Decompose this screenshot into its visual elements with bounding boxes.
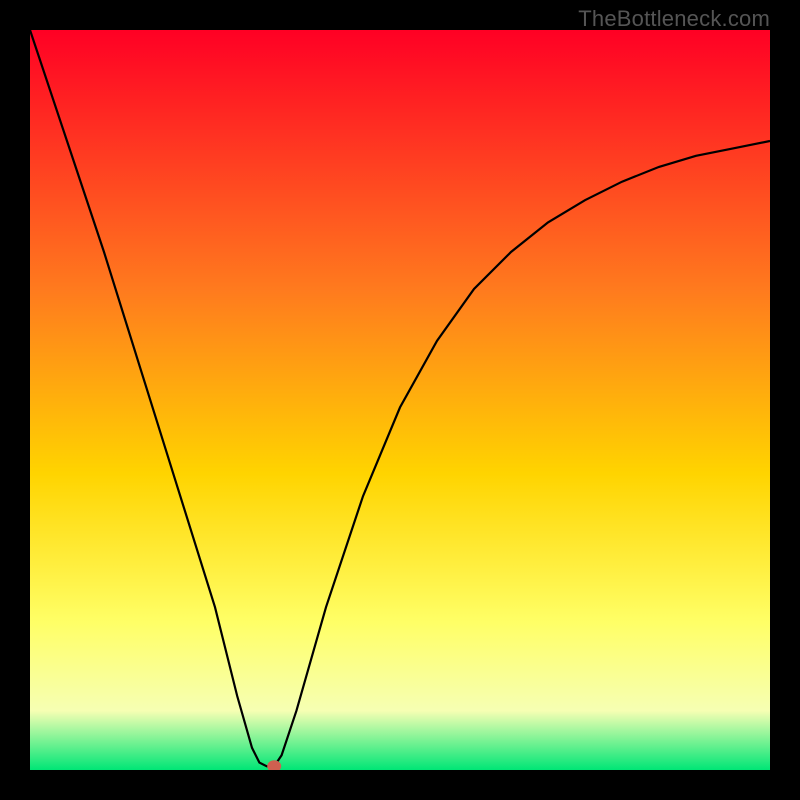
gradient-background xyxy=(30,30,770,770)
chart-frame xyxy=(30,30,770,770)
watermark-text: TheBottleneck.com xyxy=(578,6,770,32)
chart-svg xyxy=(30,30,770,770)
